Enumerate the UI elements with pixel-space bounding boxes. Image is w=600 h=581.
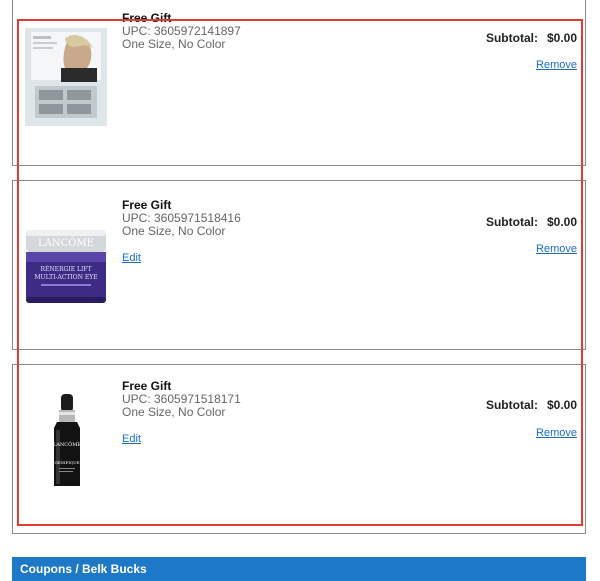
item-subtotal: Subtotal: $0.00 xyxy=(486,31,577,45)
item-info: Free Gift UPC: 3605972141897 One Size, N… xyxy=(122,12,241,51)
subtotal-amount: $0.00 xyxy=(546,31,577,45)
product-image-serum-bottle[interactable]: LANCÔME GÉNIFIQUE xyxy=(25,394,107,486)
subtotal-amount: $0.00 xyxy=(546,215,577,229)
remove-link[interactable]: Remove xyxy=(536,427,577,439)
coupons-bar[interactable]: Coupons / Belk Bucks xyxy=(12,557,586,581)
item-subtotal: Subtotal: $0.00 xyxy=(486,398,577,412)
subtotal-label: Subtotal: xyxy=(485,215,538,229)
edit-link[interactable]: Edit xyxy=(122,252,141,264)
cart-item-3: LANCÔME GÉNIFIQUE Free Gift UPC: 3605971… xyxy=(12,364,586,534)
jar-brand-text: LANCÔME xyxy=(38,237,94,249)
bottle-line1-text: GÉNIFIQUE xyxy=(54,460,79,465)
product-image-sample-card[interactable] xyxy=(25,28,107,126)
edit-link[interactable]: Edit xyxy=(122,433,141,445)
item-variant: One Size, No Color xyxy=(122,37,226,51)
subtotal-label: Subtotal: xyxy=(485,398,538,412)
item-info: Free Gift UPC: 3605971518416 One Size, N… xyxy=(122,199,241,266)
item-info: Free Gift UPC: 3605971518171 One Size, N… xyxy=(122,380,241,447)
subtotal-amount: $0.00 xyxy=(546,398,577,412)
jar-line2-text: MULTI-ACTION EYE xyxy=(34,274,97,281)
subtotal-label: Subtotal: xyxy=(485,31,538,45)
remove-link[interactable]: Remove xyxy=(536,243,577,255)
remove-link[interactable]: Remove xyxy=(536,59,577,71)
cart-items-page: Free Gift UPC: 3605972141897 One Size, N… xyxy=(0,0,600,581)
cart-item-1: Free Gift UPC: 3605972141897 One Size, N… xyxy=(12,0,586,166)
item-variant: One Size, No Color xyxy=(122,224,226,238)
jar-line1-text: RÉNERGIE LIFT xyxy=(40,265,91,273)
bottle-brand-text: LANCÔME xyxy=(53,440,81,448)
item-subtotal: Subtotal: $0.00 xyxy=(486,215,577,229)
cart-item-2: LANCÔME RÉNERGIE LIFT MULTI-ACTION EYE F… xyxy=(12,180,586,350)
product-image-eye-cream[interactable]: LANCÔME RÉNERGIE LIFT MULTI-ACTION EYE xyxy=(25,227,107,309)
item-variant: One Size, No Color xyxy=(122,405,226,419)
